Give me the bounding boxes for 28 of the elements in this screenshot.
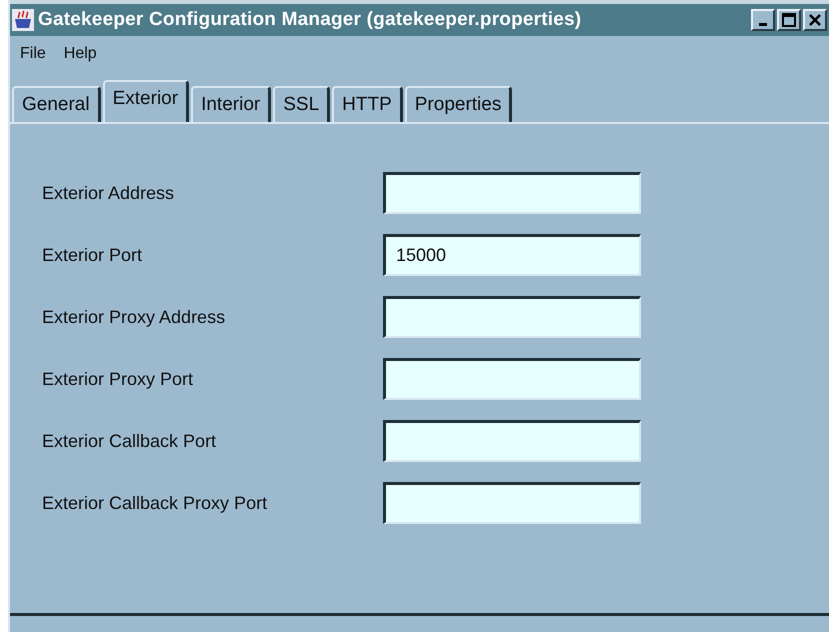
field-label: Exterior Proxy Address xyxy=(42,306,226,329)
field-label: Exterior Port xyxy=(42,244,144,266)
tab[interactable]: Exterior xyxy=(102,80,190,122)
maximize-icon xyxy=(782,13,796,27)
input-field[interactable]: 15000 xyxy=(383,234,641,276)
input-field[interactable] xyxy=(383,296,641,338)
app-icon xyxy=(12,9,34,31)
window-title: Gatekeeper Configuration Manager (gatekeeper.properties) xyxy=(38,8,582,32)
menu-item[interactable]: Help xyxy=(64,42,97,66)
minimize-icon xyxy=(759,22,767,26)
tab[interactable]: General xyxy=(12,86,101,122)
input-field[interactable] xyxy=(383,420,641,462)
tab[interactable]: Properties xyxy=(404,86,512,122)
field-label: Exterior Address xyxy=(42,182,176,204)
tab[interactable]: Interior xyxy=(191,86,272,122)
tab[interactable]: SSL xyxy=(273,86,330,122)
input-field[interactable] xyxy=(383,358,641,400)
menu-item[interactable]: File xyxy=(20,42,46,66)
close-icon xyxy=(808,13,822,27)
field-label: Exterior Proxy Port xyxy=(42,368,194,391)
input-field[interactable] xyxy=(383,482,641,524)
tab[interactable]: HTTP xyxy=(332,86,403,122)
input-field[interactable] xyxy=(383,172,641,214)
field-label: Exterior Callback Port xyxy=(42,430,218,452)
field-label: Exterior Callback Proxy Port xyxy=(42,492,268,515)
maximize-button[interactable] xyxy=(777,9,801,31)
close-button[interactable] xyxy=(803,9,827,31)
minimize-button[interactable] xyxy=(751,9,775,31)
